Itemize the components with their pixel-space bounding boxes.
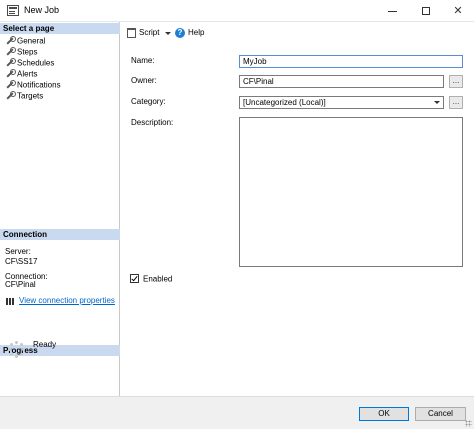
server-value: CF\SS17 bbox=[5, 257, 38, 266]
page-item-label: Alerts bbox=[17, 69, 38, 79]
category-label: Category: bbox=[131, 97, 166, 106]
close-button[interactable]: ✕ bbox=[444, 0, 472, 22]
page-item-alerts[interactable]: Alerts bbox=[5, 68, 37, 79]
view-connection-properties-link[interactable]: View connection properties bbox=[5, 296, 115, 306]
minimize-icon bbox=[387, 10, 397, 12]
wrench-icon bbox=[5, 91, 16, 100]
script-dropdown-arrow-icon[interactable] bbox=[165, 32, 171, 35]
window-title: New Job bbox=[24, 5, 60, 15]
progress-spinner-icon bbox=[8, 341, 25, 358]
ok-button[interactable]: OK bbox=[359, 407, 409, 421]
page-item-label: Notifications bbox=[17, 80, 61, 90]
name-label: Name: bbox=[131, 56, 155, 65]
checkmark-icon bbox=[131, 275, 138, 282]
page-item-targets[interactable]: Targets bbox=[5, 90, 43, 101]
category-selected-value: [Uncategorized (Local)] bbox=[243, 98, 326, 107]
chevron-down-icon bbox=[434, 101, 440, 104]
script-label: Script bbox=[139, 28, 160, 37]
page-item-label: Steps bbox=[17, 47, 38, 57]
close-icon: ✕ bbox=[453, 5, 463, 17]
owner-label: Owner: bbox=[131, 76, 157, 85]
resize-grip-icon[interactable] bbox=[465, 420, 472, 427]
wrench-icon bbox=[5, 47, 16, 56]
maximize-icon bbox=[422, 7, 430, 16]
help-label: Help bbox=[188, 28, 205, 37]
wrench-icon bbox=[5, 58, 16, 67]
script-icon bbox=[127, 27, 136, 38]
help-button[interactable]: ? Help bbox=[175, 27, 204, 39]
description-textarea[interactable] bbox=[239, 117, 463, 267]
title-bar: New Job ✕ bbox=[0, 0, 474, 22]
connection-header: Connection bbox=[0, 229, 120, 240]
enabled-checkbox[interactable] bbox=[130, 274, 139, 284]
wrench-icon bbox=[5, 80, 16, 89]
wrench-icon bbox=[5, 69, 16, 78]
view-connection-properties-label: View connection properties bbox=[19, 296, 115, 305]
script-button[interactable]: Script bbox=[127, 27, 159, 39]
category-select[interactable]: [Uncategorized (Local)] bbox=[239, 96, 444, 109]
toolbar: Script ? Help bbox=[121, 22, 474, 44]
select-page-header: Select a page bbox=[0, 23, 120, 34]
minimize-button[interactable] bbox=[378, 0, 406, 22]
left-pane: Select a page General Steps Schedules Al… bbox=[0, 22, 120, 396]
wrench-icon bbox=[5, 36, 16, 45]
owner-browse-button[interactable]: ... bbox=[449, 75, 463, 88]
page-item-general[interactable]: General bbox=[5, 35, 45, 46]
enabled-label: Enabled bbox=[143, 274, 173, 284]
owner-input[interactable] bbox=[239, 75, 444, 88]
maximize-button[interactable] bbox=[412, 0, 440, 22]
page-item-label: Schedules bbox=[17, 58, 55, 68]
window-icon bbox=[7, 5, 19, 16]
enabled-checkbox-row[interactable]: Enabled bbox=[130, 273, 172, 284]
description-label: Description: bbox=[131, 118, 174, 127]
page-item-notifications[interactable]: Notifications bbox=[5, 79, 61, 90]
page-item-schedules[interactable]: Schedules bbox=[5, 57, 54, 68]
help-icon: ? bbox=[175, 27, 185, 38]
cancel-button[interactable]: Cancel bbox=[415, 407, 466, 421]
page-item-steps[interactable]: Steps bbox=[5, 46, 37, 57]
plug-icon bbox=[5, 297, 15, 306]
dialog-button-bar: OK Cancel bbox=[0, 396, 474, 429]
server-label: Server: bbox=[5, 247, 31, 256]
category-browse-button[interactable]: ... bbox=[449, 96, 463, 109]
progress-status: Ready bbox=[33, 340, 57, 349]
name-input[interactable] bbox=[239, 55, 463, 68]
page-item-label: Targets bbox=[17, 91, 44, 101]
connection-value: CF\Pinal bbox=[5, 280, 36, 289]
page-item-label: General bbox=[17, 36, 46, 46]
